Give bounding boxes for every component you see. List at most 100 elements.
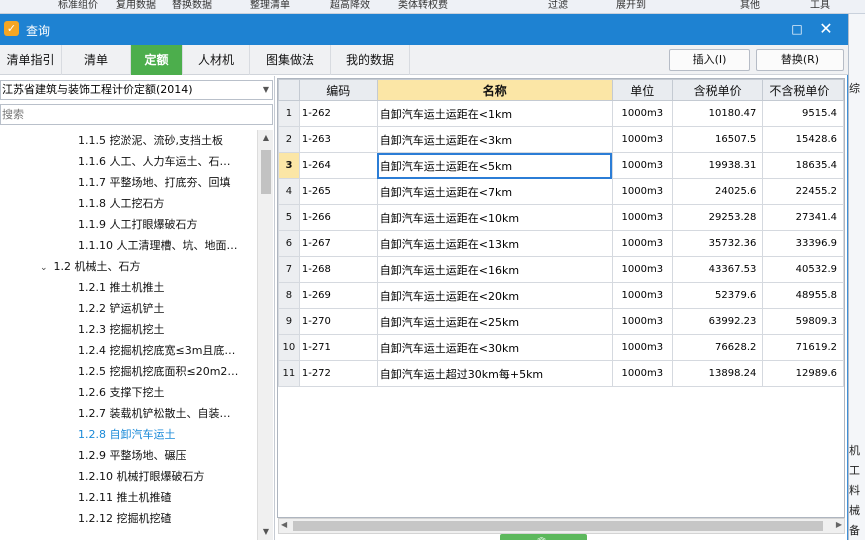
cell-unit[interactable]: 1000m3 xyxy=(611,230,673,257)
quota-library-select[interactable]: 江苏省建筑与装饰工程计价定额(2014) ▼ xyxy=(0,80,273,100)
cell-code[interactable]: 1-266 xyxy=(298,204,378,231)
cell-unit[interactable]: 1000m3 xyxy=(611,100,673,127)
row-number[interactable]: 7 xyxy=(278,256,300,283)
cell-name[interactable]: 自卸汽车运土运距在<16km xyxy=(376,256,613,283)
cell-tax-price[interactable]: 16507.5 xyxy=(671,126,764,153)
tab-quota[interactable]: 定额 xyxy=(131,45,183,75)
cell-notax-price[interactable]: 22455.2 xyxy=(762,178,844,205)
cell-code[interactable]: 1-262 xyxy=(298,100,378,127)
cell-unit[interactable]: 1000m3 xyxy=(611,178,673,205)
tree-node[interactable]: 1.2.7 装载机铲松散土、自装… xyxy=(78,403,231,424)
cell-name[interactable]: 自卸汽车运土运距在<10km xyxy=(376,204,613,231)
row-number[interactable]: 9 xyxy=(278,308,300,335)
cell-code[interactable]: 1-269 xyxy=(298,282,378,309)
replace-button[interactable]: 替换(R) xyxy=(756,49,844,71)
row-number[interactable]: 8 xyxy=(278,282,300,309)
tab-list[interactable]: 清单 xyxy=(62,45,131,75)
tree-node[interactable]: 1.1.7 平整场地、打底夯、回填 xyxy=(78,172,231,193)
tree-node[interactable]: 1.2.8 自卸汽车运土 xyxy=(78,424,176,445)
cell-notax-price[interactable]: 59809.3 xyxy=(762,308,844,335)
tree-node[interactable]: 1.1.9 人工打眼爆破石方 xyxy=(78,214,198,235)
table-row[interactable]: 2 1-263 自卸汽车运土运距在<3km 1000m3 16507.5 15428.6 xyxy=(278,126,844,153)
cell-tax-price[interactable]: 63992.23 xyxy=(671,308,764,335)
scroll-down-icon[interactable]: ▼ xyxy=(258,524,274,540)
scroll-right-icon[interactable]: ▶ xyxy=(836,520,842,529)
insert-button[interactable]: 插入(I) xyxy=(669,49,750,71)
tree-node[interactable]: 1.1.6 人工、人力车运土、石… xyxy=(78,151,231,172)
cell-code[interactable]: 1-265 xyxy=(298,178,378,205)
tree-node[interactable]: 1.1.10 人工清理槽、坑、地面… xyxy=(78,235,237,256)
grid-horizontal-scrollbar[interactable]: ◀ ▶ xyxy=(278,518,845,534)
search-input[interactable] xyxy=(0,104,273,125)
cell-tax-price[interactable]: 29253.28 xyxy=(671,204,764,231)
column-header-code[interactable]: 编码 xyxy=(298,79,378,101)
row-number[interactable]: 10 xyxy=(278,334,300,361)
cell-code[interactable]: 1-264 xyxy=(298,152,378,179)
cell-notax-price[interactable]: 18635.4 xyxy=(762,152,844,179)
cell-tax-price[interactable]: 35732.36 xyxy=(671,230,764,257)
cell-name[interactable]: 自卸汽车运土运距在<20km xyxy=(376,282,613,309)
cell-tax-price[interactable]: 76628.2 xyxy=(671,334,764,361)
cell-notax-price[interactable]: 9515.4 xyxy=(762,100,844,127)
cell-name[interactable]: 自卸汽车运土运距在<1km xyxy=(376,100,613,127)
column-header-tax-price[interactable]: 含税单价 xyxy=(671,79,764,101)
cell-code[interactable]: 1-263 xyxy=(298,126,378,153)
cell-unit[interactable]: 1000m3 xyxy=(611,308,673,335)
row-number[interactable]: 4 xyxy=(278,178,300,205)
cell-code[interactable]: 1-267 xyxy=(298,230,378,257)
table-row[interactable]: 3 1-264 自卸汽车运土运距在<5km 1000m3 19938.31 18635.4 xyxy=(278,152,844,179)
cell-unit[interactable]: 1000m3 xyxy=(611,204,673,231)
tree-node[interactable]: 1.2.11 推土机推碴 xyxy=(78,487,171,508)
cell-name[interactable]: 自卸汽车运土运距在<3km xyxy=(376,126,613,153)
column-header-name[interactable]: 名称 xyxy=(376,79,613,101)
cell-name[interactable]: 自卸汽车运土运距在<25km xyxy=(376,308,613,335)
maximize-icon[interactable]: □ xyxy=(788,20,806,38)
cell-notax-price[interactable]: 33396.9 xyxy=(762,230,844,257)
tree-node[interactable]: 1.2.6 支撑下挖土 xyxy=(78,382,165,403)
tree-node[interactable]: 1.2.3 挖掘机挖土 xyxy=(78,319,165,340)
tab-my-data[interactable]: 我的数据 xyxy=(331,45,410,75)
cell-unit[interactable]: 1000m3 xyxy=(611,256,673,283)
cell-notax-price[interactable]: 27341.4 xyxy=(762,204,844,231)
cell-name[interactable]: 自卸汽车运土运距在<30km xyxy=(376,334,613,361)
tree-node[interactable]: ⌄ 1.2 机械土、石方 xyxy=(40,256,141,277)
scroll-thumb[interactable] xyxy=(261,150,271,194)
row-number[interactable]: 5 xyxy=(278,204,300,231)
cell-name[interactable]: 自卸汽车运土运距在<5km xyxy=(376,152,613,179)
cell-name[interactable]: 自卸汽车运土运距在<13km xyxy=(376,230,613,257)
row-number[interactable]: 11 xyxy=(278,360,300,387)
row-number[interactable]: 1 xyxy=(278,100,300,127)
column-header-notax-price[interactable]: 不含税单价 xyxy=(762,79,844,101)
cell-notax-price[interactable]: 12989.6 xyxy=(762,360,844,387)
tab-list-guide[interactable]: 清单指引 xyxy=(0,45,62,75)
row-number[interactable]: 3 xyxy=(278,152,300,179)
tab-labor-material-machine[interactable]: 人材机 xyxy=(183,45,250,75)
dropdown-arrow-icon[interactable]: ▼ xyxy=(263,81,269,99)
cell-unit[interactable]: 1000m3 xyxy=(611,360,673,387)
tree-node[interactable]: 1.2.12 挖掘机挖碴 xyxy=(78,508,171,529)
tab-atlas-method[interactable]: 图集做法 xyxy=(250,45,331,75)
tree-node[interactable]: 1.2.10 机械打眼爆破石方 xyxy=(78,466,204,487)
cell-tax-price[interactable]: 24025.6 xyxy=(671,178,764,205)
cell-code[interactable]: 1-271 xyxy=(298,334,378,361)
table-row[interactable]: 4 1-265 自卸汽车运土运距在<7km 1000m3 24025.6 22455.2 xyxy=(278,178,844,205)
cell-tax-price[interactable]: 52379.6 xyxy=(671,282,764,309)
table-row[interactable]: 5 1-266 自卸汽车运土运距在<10km 1000m3 29253.28 27341.… xyxy=(278,204,844,231)
collapse-up-icon[interactable]: ︽ xyxy=(537,530,546,543)
scroll-left-icon[interactable]: ◀ xyxy=(281,520,287,529)
table-row[interactable]: 6 1-267 自卸汽车运土运距在<13km 1000m3 35732.36 33396.… xyxy=(278,230,844,257)
cell-tax-price[interactable]: 19938.31 xyxy=(671,152,764,179)
cell-notax-price[interactable]: 40532.9 xyxy=(762,256,844,283)
cell-notax-price[interactable]: 15428.6 xyxy=(762,126,844,153)
scroll-up-icon[interactable]: ▲ xyxy=(258,130,274,146)
tree-node[interactable]: 1.2.9 平整场地、碾压 xyxy=(78,445,187,466)
cell-name[interactable]: 自卸汽车运土运距在<7km xyxy=(376,178,613,205)
column-header-unit[interactable]: 单位 xyxy=(611,79,673,101)
cell-code[interactable]: 1-272 xyxy=(298,360,378,387)
row-number[interactable]: 2 xyxy=(278,126,300,153)
cell-unit[interactable]: 1000m3 xyxy=(611,126,673,153)
cell-notax-price[interactable]: 48955.8 xyxy=(762,282,844,309)
tree-node[interactable]: 1.2.4 挖掘机挖底宽≤3m且底… xyxy=(78,340,235,361)
cell-unit[interactable]: 1000m3 xyxy=(611,152,673,179)
cell-tax-price[interactable]: 13898.24 xyxy=(671,360,764,387)
